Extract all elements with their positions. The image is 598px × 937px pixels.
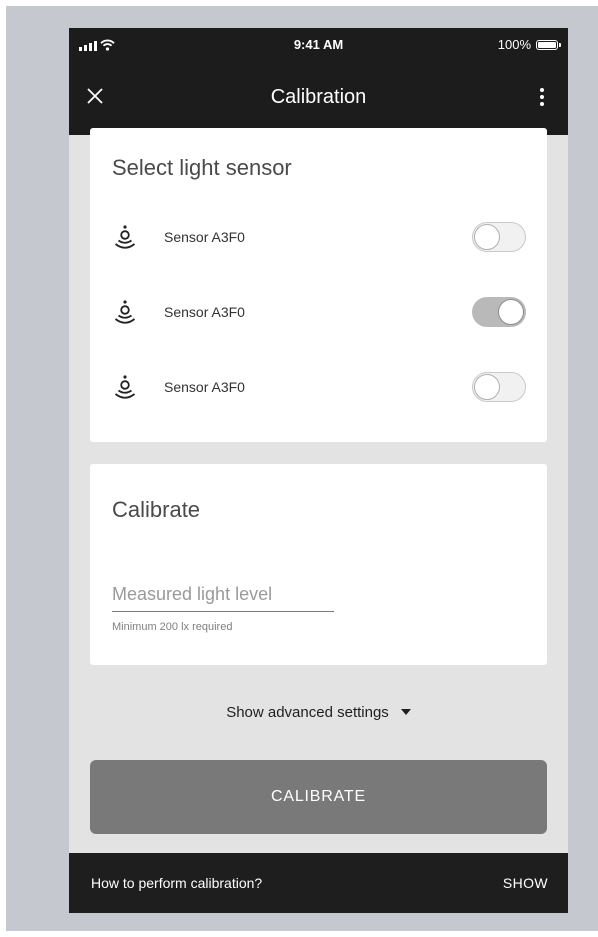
- page-title: Calibration: [270, 86, 367, 108]
- screen-frame: 9:41 AM 100% Calibration Select light se…: [6, 6, 598, 931]
- status-time: 9:41 AM: [293, 37, 344, 52]
- more-options-button[interactable]: [530, 85, 554, 109]
- status-battery: 100%: [497, 37, 561, 52]
- snackbar-show-button[interactable]: SHOW: [503, 875, 548, 891]
- field-helper-text: Minimum 200 lx required: [112, 621, 233, 633]
- more-vertical-icon: [540, 88, 544, 106]
- calibrate-card: Calibrate Minimum 200 lx required: [90, 464, 547, 665]
- sensor-row: Sensor A3F0: [90, 212, 547, 262]
- sensor-label: Sensor A3F0: [164, 229, 245, 245]
- sensor-toggle[interactable]: [472, 372, 526, 402]
- caret-down-icon: [400, 709, 411, 715]
- light-sensor-icon: [114, 300, 136, 324]
- toggle-knob: [474, 374, 500, 400]
- app-bar: 9:41 AM 100% Calibration: [69, 28, 568, 135]
- light-sensor-icon: [114, 375, 136, 399]
- battery-percent: 100%: [497, 37, 531, 52]
- sensor-card: Select light sensor Sensor A3F0 Sensor A…: [90, 128, 547, 442]
- sensor-card-title: Select light sensor: [112, 155, 292, 180]
- sensor-row: Sensor A3F0: [90, 362, 547, 412]
- advanced-settings-label: Show advanced settings: [226, 703, 389, 721]
- sensor-label: Sensor A3F0: [164, 379, 245, 395]
- sensor-toggle[interactable]: [472, 222, 526, 252]
- calibrate-button[interactable]: CALIBRATE: [90, 760, 547, 834]
- measured-light-level-input[interactable]: [112, 577, 334, 612]
- sensor-row: Sensor A3F0: [90, 287, 547, 337]
- help-snackbar: How to perform calibration? SHOW: [69, 853, 568, 913]
- phone-screen: 9:41 AM 100% Calibration Select light se…: [69, 28, 568, 913]
- light-sensor-icon: [114, 225, 136, 249]
- toggle-knob: [498, 299, 524, 325]
- toggle-knob: [474, 224, 500, 250]
- show-advanced-settings-button[interactable]: Show advanced settings: [69, 700, 568, 724]
- status-bar: 9:41 AM 100%: [69, 28, 568, 64]
- battery-icon: [536, 39, 561, 50]
- calibrate-card-title: Calibrate: [112, 497, 201, 522]
- sensor-toggle[interactable]: [472, 297, 526, 327]
- sensor-label: Sensor A3F0: [164, 304, 245, 320]
- snackbar-text: How to perform calibration?: [91, 875, 263, 891]
